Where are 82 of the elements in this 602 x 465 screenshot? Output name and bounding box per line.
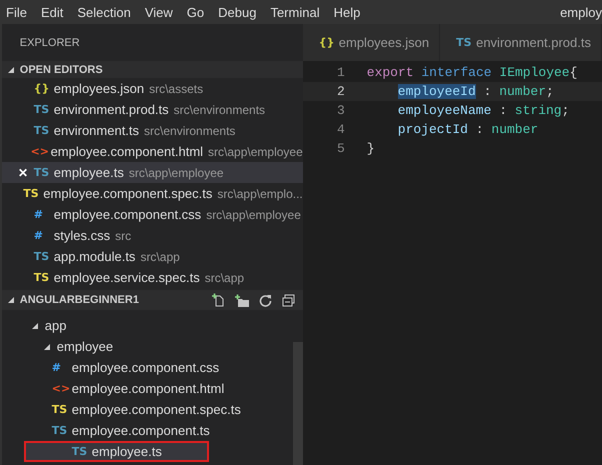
file-path: src\app\employee [206,208,301,222]
section-header[interactable]: OPEN EDITORS [2,61,303,78]
open-editor-item[interactable]: {} employees.json src\assets [2,78,303,99]
file-name: employees.json [54,81,144,96]
file-tree-item[interactable]: TS employee.ts [24,441,209,462]
file-type-icon: {} [34,82,48,95]
file-type-icon: {} [318,36,333,49]
code-line: employeeId : number; [396,84,554,99]
section-header[interactable]: ANGULARBEGINNER1 [2,290,303,310]
file-type-icon: TS [34,166,48,179]
open-editor-item[interactable]: # styles.css src [2,225,303,246]
file-type-icon: TS [72,445,86,458]
file-path: src\environments [144,124,236,138]
line-number: 3 [336,103,346,118]
file-path: src\app [140,250,180,264]
menu-item[interactable]: Go [180,4,212,20]
file-tree-item[interactable]: <>employee.component.html [2,378,289,399]
file-tree-item[interactable]: TS employee.component.spec.ts [2,399,289,420]
window-title: employ [560,4,602,20]
menu-item[interactable]: Selection [70,4,138,20]
file-name: styles.css [54,228,110,243]
file-path: src\app\employee [208,144,303,158]
editor-tab[interactable]: TS environment.prod.ts [440,24,602,61]
file-name: employee.service.spec.ts [54,270,200,285]
refresh-icon[interactable] [258,294,272,306]
file-name: environment.ts [54,123,140,138]
file-path: src\app\employee [128,166,224,180]
file-type-icon: TS [34,103,48,116]
file-path: src\app [204,270,244,284]
new-folder-icon[interactable] [234,294,249,306]
explorer-title: EXPLORER [20,36,80,48]
file-tree-item[interactable]: # employee.component.css [2,357,289,378]
file-name: employee.component.css [54,207,202,222]
menu-item[interactable]: Help [326,4,368,20]
file-name: employee.component.spec.ts [43,186,212,201]
file-name: employee.ts [54,165,124,180]
file-type-icon: TS [34,124,48,137]
file-path: src\app\emplo... [217,186,303,200]
collapse-all-icon[interactable] [282,294,295,306]
open-editor-item[interactable]: TS employee.component.spec.ts src\app\emplo... [2,183,303,204]
folder-item[interactable]: employee [2,336,212,357]
code-line: employeeName : string; [396,103,570,118]
file-path: src\assets [149,82,204,96]
code-line: } [366,141,375,156]
file-type-icon: TS [34,250,48,263]
open-editor-item[interactable]: # employee.component.css src\app\employee [2,204,303,225]
file-name: environment.prod.ts [54,102,169,117]
open-editor-item[interactable]: TS environment.ts src\environments [2,120,303,141]
scrollbar[interactable] [292,342,303,465]
file-type-icon: TS [23,187,38,200]
line-number: 2 [336,84,346,99]
open-editor-item[interactable]: TS employee.service.spec.ts src\app [2,267,303,288]
open-editor-item[interactable]: ✕ TS employee.ts src\app\employee [2,162,303,183]
file-type-icon: TS [456,36,470,49]
file-path: src\environments [174,102,266,116]
line-number: 1 [336,65,346,80]
line-number: 4 [336,122,346,137]
file-type-icon: # [34,229,48,242]
folder-item[interactable]: app [2,315,212,336]
close-icon[interactable]: ✕ [18,166,34,180]
menu-item[interactable]: Debug [211,4,264,20]
open-editor-item[interactable]: <>employee.component.html src\app\employee [2,141,303,162]
code-line: projectId : number [396,122,538,137]
menu-item[interactable]: Terminal [263,4,327,20]
file-tree-item[interactable]: TS employee.component.ts [2,420,289,441]
menu-item[interactable]: View [138,4,180,20]
new-file-icon[interactable] [210,293,225,307]
file-name: employee.component.html [50,144,204,159]
open-editor-item[interactable]: TS environment.prod.ts src\environments [2,99,303,120]
file-type-icon: TS [34,271,48,284]
line-number: 5 [336,141,346,156]
file-type-icon: # [34,208,48,221]
file-type-icon: TS [52,403,66,416]
menu-item[interactable]: File [0,4,34,20]
open-editor-item[interactable]: TS app.module.ts src\app [2,246,303,267]
file-path: src [115,228,132,242]
file-type-icon: # [52,361,66,374]
file-type-icon: TS [52,424,66,437]
code-line: export interface IEmployee{ [366,65,578,80]
editor-tab[interactable]: {} employees.json [302,24,440,61]
file-name: app.module.ts [54,249,136,264]
menu-item[interactable]: Edit [34,4,70,20]
